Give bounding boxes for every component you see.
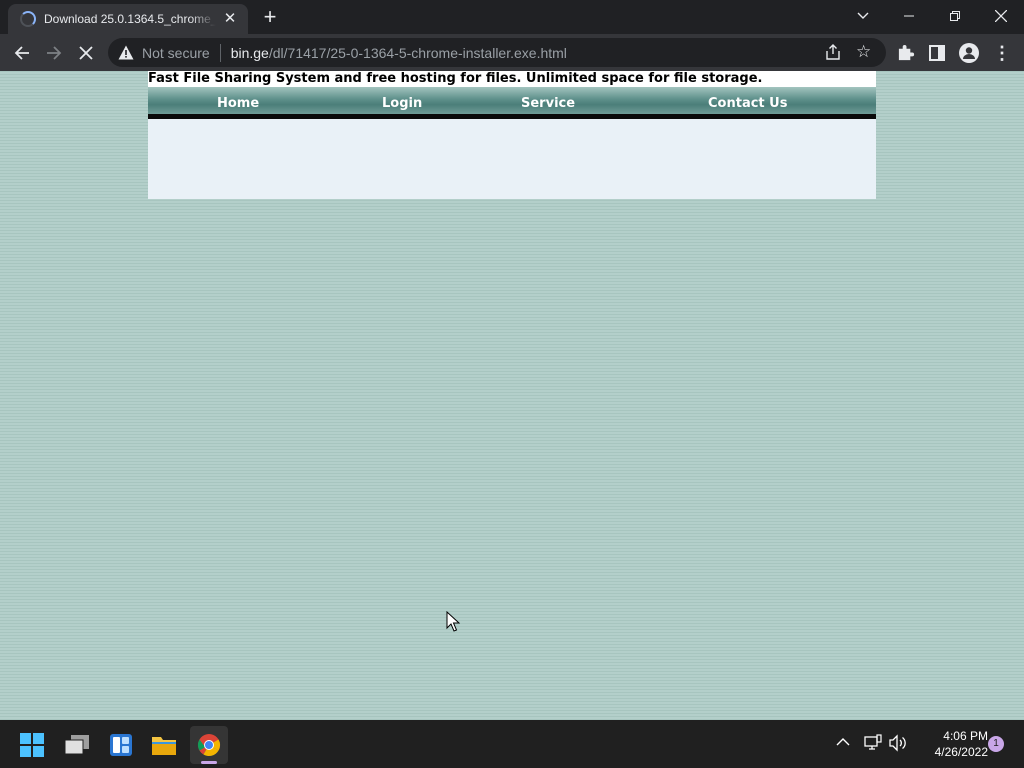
tab-strip: Download 25.0.1364.5_chrome_installer ✕ … bbox=[0, 0, 1024, 34]
site-nav-bar: Home Login Service Contact Us bbox=[148, 87, 876, 114]
close-window-button[interactable] bbox=[978, 0, 1024, 32]
clock-time: 4:06 PM bbox=[943, 729, 988, 743]
nav-link-login[interactable]: Login bbox=[382, 87, 422, 120]
folder-icon bbox=[152, 737, 176, 755]
security-label[interactable]: Not secure bbox=[142, 45, 210, 61]
site-container: Fast File Sharing System and free hostin… bbox=[148, 71, 876, 199]
close-icon bbox=[79, 46, 93, 60]
arrow-right-icon bbox=[47, 46, 62, 60]
browser-tab[interactable]: Download 25.0.1364.5_chrome_installer ✕ bbox=[8, 4, 248, 34]
network-icon[interactable] bbox=[864, 734, 882, 757]
content-area bbox=[148, 119, 876, 199]
back-button[interactable] bbox=[8, 39, 36, 67]
profile-avatar-icon[interactable] bbox=[958, 42, 980, 64]
mouse-cursor-icon bbox=[446, 611, 460, 632]
chrome-logo-icon bbox=[198, 734, 220, 756]
widgets-button[interactable] bbox=[102, 726, 140, 764]
windows-logo-icon bbox=[20, 733, 44, 757]
omnibox-divider bbox=[219, 43, 221, 62]
stop-loading-button[interactable] bbox=[72, 39, 100, 67]
nav-link-service[interactable]: Service bbox=[521, 87, 575, 120]
url-host: bin.ge bbox=[230, 44, 269, 61]
notification-badge[interactable]: 1 bbox=[988, 736, 1004, 752]
kebab-menu-icon[interactable]: ⋮ bbox=[991, 42, 1013, 64]
restore-button[interactable] bbox=[932, 0, 978, 32]
minimize-icon bbox=[904, 15, 914, 17]
nav-link-contact-us[interactable]: Contact Us bbox=[708, 87, 787, 120]
chevron-down-icon bbox=[857, 12, 869, 19]
task-view-button[interactable] bbox=[58, 726, 96, 764]
tab-title: Download 25.0.1364.5_chrome_installer bbox=[44, 12, 216, 26]
chrome-taskbar-button[interactable] bbox=[190, 726, 228, 764]
nav-link-home[interactable]: Home bbox=[217, 87, 259, 120]
volume-icon[interactable] bbox=[888, 734, 908, 757]
tab-close-button[interactable]: ✕ bbox=[222, 11, 238, 27]
url-path: /dl/71417/25-0-1364-5-chrome-installer.e… bbox=[268, 44, 567, 61]
forward-button[interactable] bbox=[40, 39, 68, 67]
tray-overflow-chevron-icon[interactable] bbox=[836, 734, 850, 750]
page-viewport: Fast File Sharing System and free hostin… bbox=[0, 71, 1024, 720]
windows-taskbar: 4:06 PM 4/26/2022 1 bbox=[0, 720, 1024, 768]
loading-spinner-icon bbox=[20, 11, 36, 27]
bookmark-star-icon[interactable]: ☆ bbox=[856, 42, 871, 62]
widgets-icon bbox=[110, 734, 132, 756]
browser-toolbar: Not secure bin.ge/dl/71417/25-0-1364-5-c… bbox=[0, 34, 1024, 71]
restore-icon bbox=[950, 11, 960, 21]
active-app-indicator bbox=[201, 761, 217, 764]
file-explorer-button[interactable] bbox=[145, 726, 183, 764]
start-button[interactable] bbox=[13, 726, 51, 764]
warning-icon[interactable] bbox=[118, 45, 134, 61]
site-tagline: Fast File Sharing System and free hostin… bbox=[148, 71, 876, 87]
address-bar[interactable]: Not secure bin.ge/dl/71417/25-0-1364-5-c… bbox=[108, 38, 886, 67]
tab-search-button[interactable] bbox=[840, 0, 886, 32]
close-icon bbox=[994, 9, 1008, 23]
minimize-button[interactable] bbox=[886, 0, 932, 32]
arrow-left-icon bbox=[14, 46, 29, 60]
task-view-icon bbox=[64, 735, 89, 755]
share-icon[interactable] bbox=[824, 43, 844, 63]
new-tab-button[interactable]: + bbox=[258, 5, 282, 29]
url-text[interactable]: bin.ge/dl/71417/25-0-1364-5-chrome-insta… bbox=[231, 45, 567, 61]
side-panel-icon[interactable] bbox=[926, 42, 948, 64]
extensions-puzzle-icon[interactable] bbox=[895, 42, 917, 64]
system-clock[interactable]: 4:06 PM 4/26/2022 bbox=[914, 728, 988, 760]
clock-date: 4/26/2022 bbox=[934, 745, 988, 759]
